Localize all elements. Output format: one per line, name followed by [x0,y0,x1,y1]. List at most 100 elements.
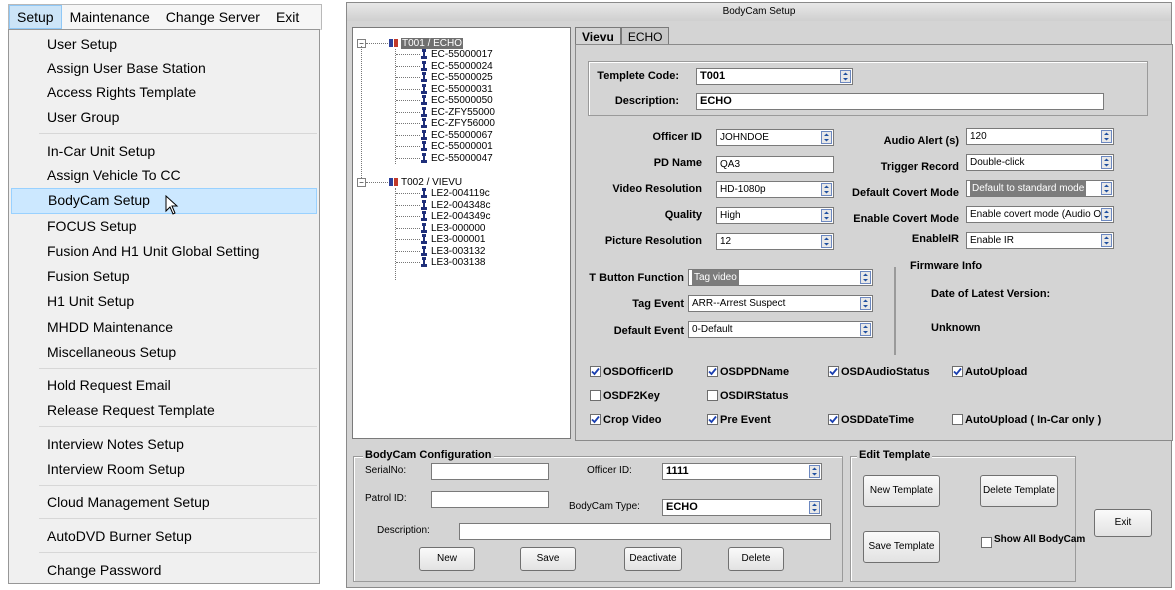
trigger-record-select[interactable]: Double-click [966,154,1114,171]
tree-node-device[interactable]: EC-55000001 [431,141,493,152]
config-description-input[interactable] [459,523,831,540]
menu-separator [39,368,317,369]
menu-item-focus-setup[interactable]: FOCUS Setup [11,214,317,238]
tree-node-device[interactable]: LE2-004349c [431,211,491,222]
tag-event-select[interactable]: ARR--Arrest Suspect [688,295,873,312]
bodycam-device-icon [421,245,427,256]
menu-item-interview-room-setup[interactable]: Interview Room Setup [11,457,317,481]
default-covert-mode-select[interactable]: Default to standard mode [966,180,1114,197]
t-button-function-label: T Button Function [589,272,684,284]
config-officer-id-select[interactable]: 1111 [662,463,822,480]
tree-node-device[interactable]: EC-ZFY55000 [431,107,495,118]
patrol-id-input[interactable] [431,491,549,508]
tree-node-device[interactable]: EC-55000031 [431,84,493,95]
checkbox-osdf2key[interactable]: OSDF2Key [590,390,660,403]
menu-item-user-group[interactable]: User Group [11,105,317,129]
enable-covert-mode-select[interactable]: Enable covert mode (Audio On [966,206,1114,223]
audio-alert-select[interactable]: 120 [966,128,1114,145]
picture-resolution-label: Picture Resolution [604,235,702,247]
menu-item-user-setup[interactable]: User Setup [11,32,317,56]
default-event-select[interactable]: 0-Default [688,321,873,338]
checkmark-icon [952,366,963,377]
collapse-icon[interactable]: − [357,178,366,187]
firmware-status: Unknown [931,322,981,334]
menu-item-autodvd-burner-setup[interactable]: AutoDVD Burner Setup [11,524,317,548]
menu-bar: Setup Maintenance Change Server Exit [8,4,322,30]
menu-item-release-request-template[interactable]: Release Request Template [11,398,317,422]
template-code-select[interactable]: T001 [696,68,853,85]
menu-change-server[interactable]: Change Server [158,5,268,29]
bodycam-type-select[interactable]: ECHO [662,499,822,516]
menu-item-h1-unit-setup[interactable]: H1 Unit Setup [11,289,317,313]
menu-item-cloud-management-setup[interactable]: Cloud Management Setup [11,490,317,514]
tree-node-device[interactable]: LE3-003132 [431,246,486,257]
menu-item-fusion-h1-global-setting[interactable]: Fusion And H1 Unit Global Setting [11,239,317,263]
menu-maintenance[interactable]: Maintenance [62,5,158,29]
tree-node-device[interactable]: EC-ZFY56000 [431,118,495,129]
officer-id-select[interactable]: JOHNDOE [716,129,834,146]
menu-separator [39,485,317,486]
menu-setup[interactable]: Setup [9,5,62,29]
deactivate-button[interactable]: Deactivate [624,547,682,571]
delete-template-button[interactable]: Delete Template [980,475,1058,507]
tree-node-template[interactable]: T001 / ECHO [401,38,464,49]
menu-item-mhdd-maintenance[interactable]: MHDD Maintenance [11,315,317,339]
menu-item-bodycam-setup[interactable]: BodyCam Setup [11,188,317,214]
tree-node-device[interactable]: EC-55000025 [431,72,493,83]
checkbox-autoupload-in-car-only[interactable]: AutoUpload ( In-Car only ) [952,414,1101,427]
unit-tree[interactable]: − T001 / ECHO EC-55000017 EC-55000024 EC-5… [352,27,571,439]
tab-echo[interactable]: ECHO [620,27,670,45]
tree-node-device[interactable]: EC-55000024 [431,61,493,72]
tree-node-device[interactable]: LE3-003138 [431,257,486,268]
save-button[interactable]: Save [520,547,576,571]
checkbox-pre-event[interactable]: Pre Event [707,414,771,427]
exit-button[interactable]: Exit [1094,509,1152,537]
menu-item-hold-request-email[interactable]: Hold Request Email [11,373,317,397]
menu-item-assign-user-base-station[interactable]: Assign User Base Station [11,56,317,80]
tree-node-device[interactable]: LE2-004348c [431,200,491,211]
checkbox-osdofficerid[interactable]: OSDOfficerID [590,366,673,379]
tab-vievu[interactable]: Vievu [575,27,621,45]
checkbox-crop-video[interactable]: Crop Video [590,414,661,427]
menu-item-access-rights-template[interactable]: Access Rights Template [11,80,317,104]
checkbox-osddatetime[interactable]: OSDDateTime [828,414,914,427]
tree-node-device[interactable]: LE2-004119c [431,188,490,199]
picture-resolution-select[interactable]: 12 [716,233,834,250]
show-all-bodycam-label: Show All BodyCam [994,534,1086,545]
serial-no-input[interactable] [431,463,549,480]
menu-exit[interactable]: Exit [268,5,307,29]
tree-node-device[interactable]: EC-55000017 [431,49,493,60]
video-resolution-select[interactable]: HD-1080p [716,181,834,198]
tree-node-device[interactable]: LE3-000000 [431,223,486,234]
menu-separator [39,552,317,553]
menu-item-miscellaneous-setup[interactable]: Miscellaneous Setup [11,340,317,364]
show-all-bodycam-checkbox[interactable]: Show All BodyCam [981,533,1086,548]
tree-node-device[interactable]: EC-55000067 [431,130,493,141]
checkbox-autoupload[interactable]: AutoUpload [952,366,1027,379]
template-description-input[interactable]: ECHO [696,93,1104,110]
delete-button[interactable]: Delete [728,547,784,571]
tree-node-device[interactable]: EC-55000050 [431,95,493,106]
checkbox-osdirstatus[interactable]: OSDIRStatus [707,390,788,403]
enable-ir-select[interactable]: Enable IR [966,232,1114,249]
tree-node-template[interactable]: T002 / VIEVU [401,177,462,188]
menu-item-change-password[interactable]: Change Password [11,558,317,582]
pd-name-input[interactable]: QA3 [716,156,834,173]
tree-node-device[interactable]: LE3-000001 [431,234,486,245]
enable-ir-label: EnableIR [911,233,959,245]
save-template-button[interactable]: Save Template [863,531,940,563]
menu-item-interview-notes-setup[interactable]: Interview Notes Setup [11,432,317,456]
checkbox-label: OSDPDName [720,366,790,378]
tree-node-device[interactable]: EC-55000047 [431,153,493,164]
checkbox-osdpdname[interactable]: OSDPDName [707,366,789,379]
menu-item-assign-vehicle-to-cc[interactable]: Assign Vehicle To CC [11,163,317,187]
dropdown-arrow-icon [809,501,820,514]
new-template-button[interactable]: New Template [863,475,940,507]
menu-item-fusion-setup[interactable]: Fusion Setup [11,264,317,288]
checkbox-osdaudiostatus[interactable]: OSDAudioStatus [828,366,930,379]
t-button-function-select[interactable]: Tag video [688,269,873,286]
bodycam-device-icon [421,129,427,140]
menu-item-in-car-unit-setup[interactable]: In-Car Unit Setup [11,139,317,163]
new-button[interactable]: New [419,547,475,571]
quality-select[interactable]: High [716,207,834,224]
